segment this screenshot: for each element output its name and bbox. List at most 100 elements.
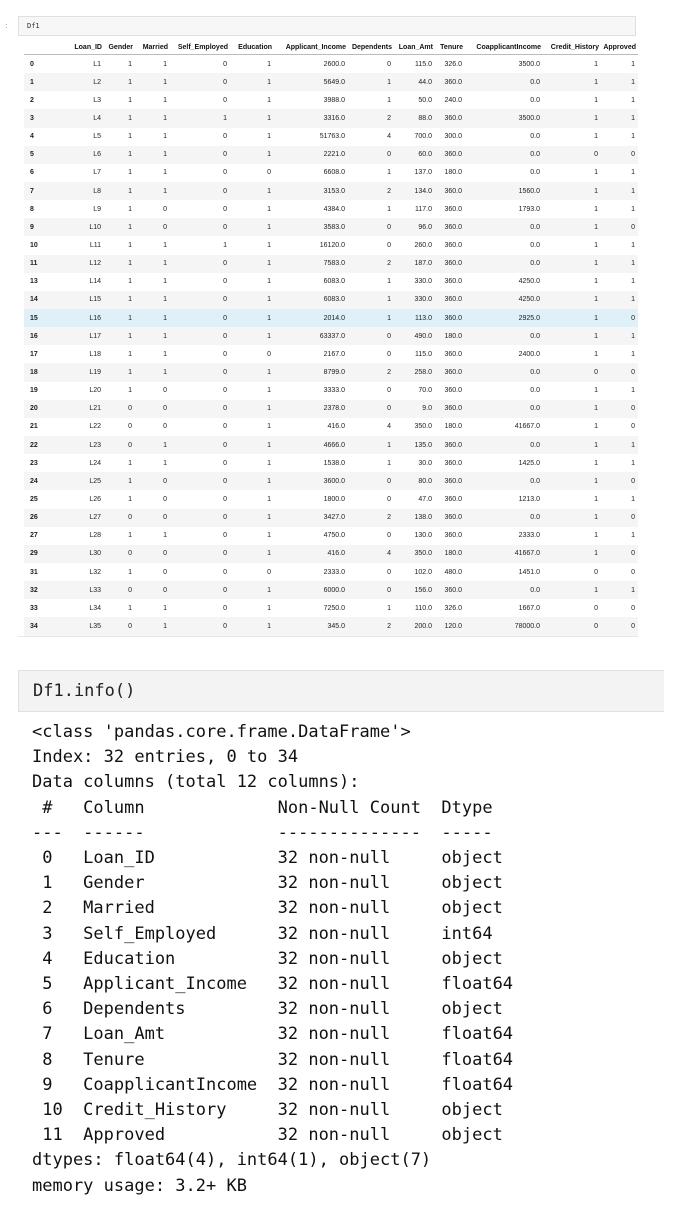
table-cell: 2925.0 — [465, 308, 543, 328]
code-cell-info[interactable]: Df1.info() — [18, 670, 664, 712]
table-cell: 4 — [387, 133, 391, 141]
table-cell: 0 — [170, 472, 230, 491]
code-cell-df1[interactable]: : Df1 — [5, 16, 636, 36]
table-cell: 480.0 — [444, 568, 462, 576]
table-cell: 1 — [230, 218, 274, 237]
table-cell: L25 — [44, 472, 104, 491]
table-row: 13 L14 1 1 0 1 6083.0 1 330.0 360.0 4250.0 1 1 — [24, 273, 638, 291]
row-index: 22 — [24, 435, 44, 455]
table-cell: 1 — [128, 169, 132, 177]
table-cell: 5649.0 — [274, 73, 348, 92]
row-index: 18 — [24, 363, 44, 382]
table-cell: 0 — [223, 568, 227, 576]
cell-prompt-marker: : — [5, 21, 8, 30]
table-cell: 360.0 — [444, 532, 462, 540]
column-header-loan-amt: Loan_Amt — [394, 40, 435, 55]
column-header-loan-id: Loan_ID — [44, 40, 104, 55]
table-cell: 1 — [631, 532, 635, 540]
table-cell: 416.0 — [327, 423, 345, 431]
table-cell: 2378.0 — [274, 399, 348, 418]
table-cell: 360.0 — [444, 387, 462, 395]
row-index: 34 — [24, 617, 44, 636]
column-header-married: Married — [135, 40, 170, 55]
table-cell: 0 — [223, 133, 227, 141]
code-cell-info-source[interactable]: Df1.info() — [33, 681, 135, 701]
row-index: 21 — [30, 423, 38, 431]
table-row: 22 L23 0 1 0 1 4666.0 1 135.0 360.0 0.0 1 1 — [24, 435, 638, 455]
table-cell: L15 — [44, 290, 104, 309]
table-cell: 360.0 — [435, 290, 465, 309]
table-cell: L20 — [89, 387, 101, 395]
row-index: 11 — [24, 254, 44, 273]
table-row: 34 L35 0 1 0 1 345.0 2 200.0 120.0 78000.0 0 0 — [24, 617, 638, 636]
table-cell: 0 — [543, 363, 601, 382]
table-cell: L23 — [44, 435, 104, 455]
table-cell: 0 — [594, 604, 598, 612]
table-cell: 1 — [348, 308, 394, 328]
table-cell: 1 — [601, 254, 638, 273]
table-cell: 4384.0 — [323, 205, 345, 213]
table-cell: 1 — [104, 472, 135, 491]
table-cell: 0 — [170, 617, 230, 636]
table-cell: 0 — [104, 617, 135, 636]
table-cell: 360.0 — [435, 472, 465, 491]
table-cell: 1 — [128, 96, 132, 104]
table-row: 5 L6 1 1 0 1 2221.0 0 60.0 360.0 0.0 0 0 — [24, 145, 638, 164]
table-cell: L6 — [44, 145, 104, 164]
table-row: 3 L4 1 1 1 1 3316.0 2 88.0 360.0 3500.0 1 1 — [24, 109, 638, 128]
table-cell: 1 — [594, 387, 598, 395]
table-cell: 0.0 — [530, 169, 540, 177]
table-cell: 360.0 — [435, 181, 465, 201]
row-index: 8 — [30, 205, 34, 213]
table-cell: 1 — [387, 96, 391, 104]
table-cell: 0 — [601, 508, 638, 527]
table-cell: 258.0 — [394, 363, 435, 382]
table-cell: 1 — [631, 60, 635, 68]
table-cell: 1 — [163, 169, 167, 177]
table-cell: 134.0 — [394, 181, 435, 201]
table-cell: 1 — [348, 290, 394, 309]
table-cell: L34 — [89, 604, 101, 612]
column-header-dependents: Dependents — [348, 40, 394, 55]
table-cell: 330.0 — [394, 290, 435, 309]
table-cell: 1 — [135, 308, 170, 328]
table-cell: 1 — [348, 73, 394, 92]
table-row: 21 L22 0 0 0 1 416.0 4 350.0 180.0 41667.0 1 0 — [24, 418, 638, 436]
table-cell: 8799.0 — [274, 363, 348, 382]
table-cell: 1 — [543, 308, 601, 328]
table-cell: 0 — [631, 423, 635, 431]
table-cell: 0 — [601, 617, 638, 636]
code-cell-df1-source[interactable]: Df1 — [27, 22, 40, 30]
table-cell: 1 — [267, 459, 271, 467]
table-cell: 1 — [163, 532, 167, 540]
table-cell: 1 — [230, 472, 274, 491]
table-row: 6 L7 1 1 0 0 6608.0 1 137.0 180.0 0.0 1 1 — [24, 164, 638, 182]
table-cell: 1 — [631, 133, 635, 141]
table-cell: 0 — [601, 218, 638, 237]
table-cell: 0.0 — [530, 133, 540, 141]
table-cell: 1 — [128, 495, 132, 503]
dataframe-table: Loan_ID Gender Married Self_Employed Educati… — [24, 40, 638, 636]
table-cell: 1 — [387, 278, 391, 286]
table-cell: 1667.0 — [518, 604, 540, 612]
table-cell: 0.0 — [465, 145, 543, 164]
table-cell: 0 — [104, 435, 135, 455]
table-cell: 47.0 — [418, 495, 432, 503]
table-cell: 326.0 — [444, 604, 462, 612]
table-cell: 360.0 — [435, 508, 465, 527]
table-cell: 0 — [267, 568, 271, 576]
table-cell: 1 — [163, 241, 167, 249]
table-cell: 2 — [348, 508, 394, 527]
row-index: 26 — [24, 508, 44, 527]
column-header-education: Education — [230, 40, 274, 55]
table-cell: 1 — [230, 308, 274, 328]
row-index: 24 — [24, 472, 44, 491]
table-cell: 0 — [170, 218, 230, 237]
table-cell: 1 — [631, 278, 635, 286]
row-index: 2 — [30, 96, 34, 104]
table-cell: 115.0 — [415, 350, 432, 358]
table-cell: 0.0 — [465, 581, 543, 600]
table-cell: 78000.0 — [465, 617, 543, 636]
table-cell: 0 — [348, 581, 394, 600]
table-cell: 2333.0 — [518, 532, 540, 540]
